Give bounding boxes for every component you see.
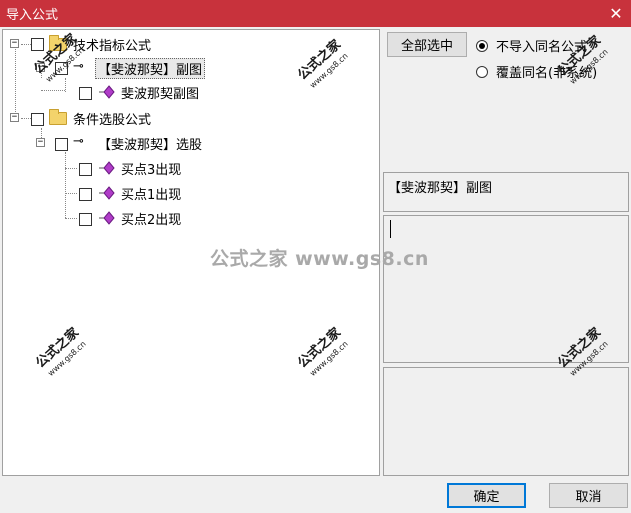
formula-icon (99, 85, 115, 99)
select-all-button[interactable]: 全部选中 (387, 32, 467, 57)
radio-unselected-icon[interactable] (476, 65, 488, 78)
text-caret (390, 220, 391, 238)
tree-item-buy-point-1[interactable]: 买点1出现 (3, 183, 379, 203)
collapse-icon[interactable]: − (36, 138, 45, 147)
tree-item-buy-point-2[interactable]: 买点2出现 (3, 208, 379, 228)
radio-selected-icon[interactable] (476, 39, 488, 52)
formula-icon (99, 161, 115, 175)
title-bar: 导入公式 ✕ (0, 0, 631, 27)
button-bar: 确定 取消 (0, 478, 631, 513)
cancel-button[interactable]: 取消 (549, 483, 628, 508)
ok-button[interactable]: 确定 (447, 483, 526, 508)
checkbox[interactable] (79, 163, 92, 176)
formula-icon (99, 186, 115, 200)
formula-icon (99, 211, 115, 225)
formula-info-panel: 【斐波那契】副图 (383, 172, 629, 212)
close-icon[interactable]: ✕ (605, 3, 627, 23)
collapse-icon[interactable]: − (10, 39, 19, 48)
tree-item-fib-stock-group[interactable]: − ⊸ 【斐波那契】选股 (3, 133, 379, 153)
collapse-icon[interactable]: − (10, 113, 19, 122)
checkbox[interactable] (31, 113, 44, 126)
tree-item-label: 买点1出现 (121, 188, 182, 203)
tree-item-label: 【斐波那契】选股 (98, 138, 203, 153)
key-icon: ⊸ (73, 134, 84, 149)
formula-info-text: 【斐波那契】副图 (388, 181, 493, 196)
folder-icon (49, 109, 67, 125)
tree-item-label: 条件选股公式 (73, 113, 152, 128)
checkbox[interactable] (55, 138, 68, 151)
tree-item-label: 斐波那契副图 (121, 87, 200, 102)
watermark-center: 公式之家 www.gs8.cn (210, 248, 429, 270)
checkbox[interactable] (31, 38, 44, 51)
checkbox[interactable] (79, 188, 92, 201)
checkbox[interactable] (79, 213, 92, 226)
tree-item-label: 买点3出现 (121, 163, 182, 178)
tree-item-label: 买点2出现 (121, 213, 182, 228)
tree-item-buy-point-3[interactable]: 买点3出现 (3, 158, 379, 178)
window-title: 导入公式 (6, 8, 59, 23)
